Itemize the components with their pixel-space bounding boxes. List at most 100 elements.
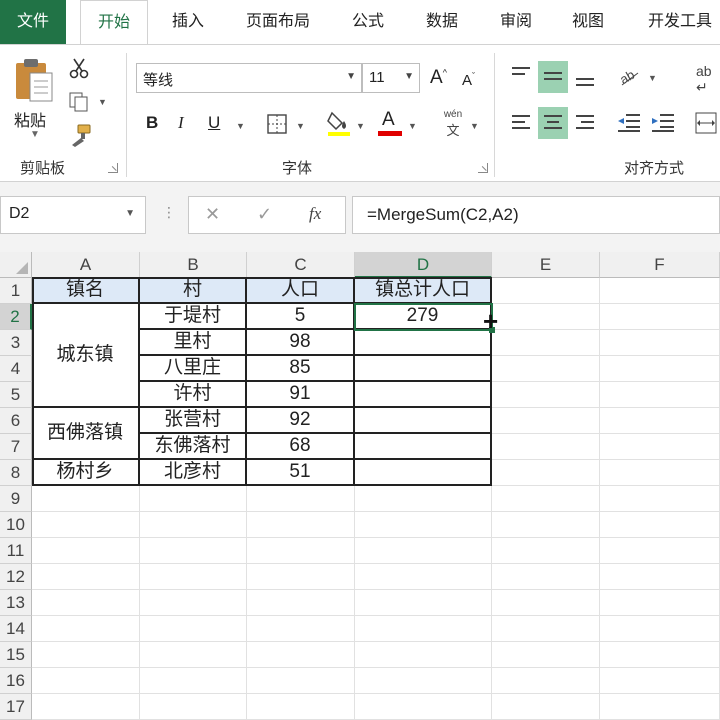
underline-dropdown-icon[interactable]: ▼ <box>236 121 245 131</box>
decrease-font-size-icon[interactable]: Aˇ <box>462 71 475 89</box>
row-header-16[interactable]: 16 <box>0 668 32 694</box>
copy-dropdown-icon[interactable]: ▼ <box>98 97 107 107</box>
column-header-e[interactable]: E <box>492 252 600 278</box>
orientation-icon[interactable]: ab <box>618 65 642 87</box>
borders-dropdown-icon[interactable]: ▼ <box>296 121 305 131</box>
font-size-select[interactable]: 11 ▼ <box>362 63 420 93</box>
align-right-button[interactable] <box>570 107 600 139</box>
village-cell[interactable]: 八里庄 <box>140 356 247 382</box>
merged-town-cell[interactable]: 城东镇 <box>32 304 140 408</box>
increase-font-size-icon[interactable]: A^ <box>430 67 447 89</box>
row-header-2[interactable]: 2 <box>0 304 32 330</box>
formula-input[interactable]: =MergeSum(C2,A2) <box>352 196 720 234</box>
town-total-cell[interactable] <box>355 382 492 408</box>
town-total-cell[interactable] <box>355 434 492 460</box>
row-header-9[interactable]: 9 <box>0 486 32 512</box>
column-header-b[interactable]: B <box>140 252 247 278</box>
increase-indent-icon[interactable] <box>650 111 676 135</box>
formula-bar-resize-handle[interactable]: ⋮ <box>162 204 176 221</box>
village-cell[interactable]: 里村 <box>140 330 247 356</box>
population-cell[interactable]: 91 <box>247 382 355 408</box>
population-cell[interactable]: 92 <box>247 408 355 434</box>
wrap-text-icon[interactable]: ab ↵ <box>696 63 712 96</box>
paste-dropdown-icon[interactable]: ▼ <box>30 129 40 140</box>
row-header-17[interactable]: 17 <box>0 694 32 720</box>
row-header-5[interactable]: 5 <box>0 382 32 408</box>
row-header-1[interactable]: 1 <box>0 278 32 304</box>
population-cell[interactable]: 5 <box>247 304 355 330</box>
top-align-button[interactable] <box>506 61 536 93</box>
cut-icon[interactable] <box>68 57 90 79</box>
header-cell-a[interactable]: 镇名 <box>32 278 140 304</box>
village-cell[interactable]: 张营村 <box>140 408 247 434</box>
align-center-button[interactable] <box>538 107 568 139</box>
borders-icon[interactable] <box>266 113 288 135</box>
column-header-a[interactable]: A <box>32 252 140 278</box>
population-cell[interactable]: 98 <box>247 330 355 356</box>
town-total-cell[interactable] <box>355 460 492 486</box>
village-cell[interactable]: 于堤村 <box>140 304 247 330</box>
village-cell[interactable]: 许村 <box>140 382 247 408</box>
bottom-align-button[interactable] <box>570 61 600 93</box>
fill-color-icon[interactable] <box>326 109 352 137</box>
merged-town-cell[interactable]: 西佛落镇 <box>32 408 140 460</box>
column-header-c[interactable]: C <box>247 252 355 278</box>
row-header-10[interactable]: 10 <box>0 512 32 538</box>
merge-center-icon[interactable] <box>694 111 718 135</box>
row-header-8[interactable]: 8 <box>0 460 32 486</box>
row-header-12[interactable]: 12 <box>0 564 32 590</box>
town-total-cell[interactable] <box>355 356 492 382</box>
row-header-3[interactable]: 3 <box>0 330 32 356</box>
phonetic-dropdown-icon[interactable]: ▼ <box>470 121 479 131</box>
bold-button[interactable]: B <box>146 113 158 133</box>
tab-data[interactable]: 数据 <box>420 0 464 44</box>
name-box[interactable]: D2 ▼ <box>0 196 146 234</box>
tab-formulas[interactable]: 公式 <box>346 0 390 44</box>
underline-button[interactable]: U <box>208 113 220 133</box>
row-header-6[interactable]: 6 <box>0 408 32 434</box>
align-left-button[interactable] <box>506 107 536 139</box>
phonetic-guide-icon[interactable]: wén 文 <box>440 109 466 138</box>
row-header-4[interactable]: 4 <box>0 356 32 382</box>
merged-town-cell[interactable]: 杨村乡 <box>32 460 140 486</box>
village-cell[interactable]: 北彦村 <box>140 460 247 486</box>
row-header-13[interactable]: 13 <box>0 590 32 616</box>
village-cell[interactable]: 东佛落村 <box>140 434 247 460</box>
row-header-14[interactable]: 14 <box>0 616 32 642</box>
population-cell[interactable]: 51 <box>247 460 355 486</box>
worksheet-grid[interactable]: A B C D E F 1 2 3 4 5 6 7 8 9 10 11 12 13 14 15 16 17 镇名村人口 镇总计人… <box>0 252 720 720</box>
middle-align-button[interactable] <box>538 61 568 93</box>
row-header-7[interactable]: 7 <box>0 434 32 460</box>
fill-color-dropdown-icon[interactable]: ▼ <box>356 121 365 131</box>
row-header-11[interactable]: 11 <box>0 538 32 564</box>
clipboard-dialog-launcher-icon[interactable] <box>108 163 118 173</box>
italic-button[interactable]: I <box>178 113 184 133</box>
font-dialog-launcher-icon[interactable] <box>478 163 488 173</box>
tab-view[interactable]: 视图 <box>566 0 610 44</box>
font-color-dropdown-icon[interactable]: ▼ <box>408 121 417 131</box>
cancel-icon[interactable]: ✕ <box>205 204 220 225</box>
header-cell-d[interactable]: 镇总计人口 <box>355 278 492 304</box>
orientation-dropdown-icon[interactable]: ▼ <box>648 73 657 83</box>
town-total-cell[interactable] <box>355 408 492 434</box>
format-painter-icon[interactable] <box>68 123 92 147</box>
population-cell[interactable]: 68 <box>247 434 355 460</box>
population-cell[interactable]: 85 <box>247 356 355 382</box>
enter-icon[interactable]: ✓ <box>257 204 272 225</box>
tab-file[interactable]: 文件 <box>0 0 66 44</box>
font-name-select[interactable]: 等线 ▼ <box>136 63 362 93</box>
copy-icon[interactable] <box>68 91 90 113</box>
column-header-d[interactable]: D <box>355 252 492 278</box>
font-color-icon[interactable]: A <box>378 107 402 137</box>
insert-function-icon[interactable]: fx <box>309 204 321 224</box>
row-header-15[interactable]: 15 <box>0 642 32 668</box>
select-all-button[interactable] <box>0 252 32 278</box>
header-cell-b[interactable]: 村 <box>140 278 247 304</box>
tab-insert[interactable]: 插入 <box>168 0 208 44</box>
column-header-f[interactable]: F <box>600 252 720 278</box>
tab-page-layout[interactable]: 页面布局 <box>240 0 316 44</box>
header-cell-c[interactable]: 人口 <box>247 278 355 304</box>
town-total-cell[interactable] <box>355 330 492 356</box>
tab-home[interactable]: 开始 <box>80 0 148 46</box>
tab-review[interactable]: 审阅 <box>494 0 538 44</box>
